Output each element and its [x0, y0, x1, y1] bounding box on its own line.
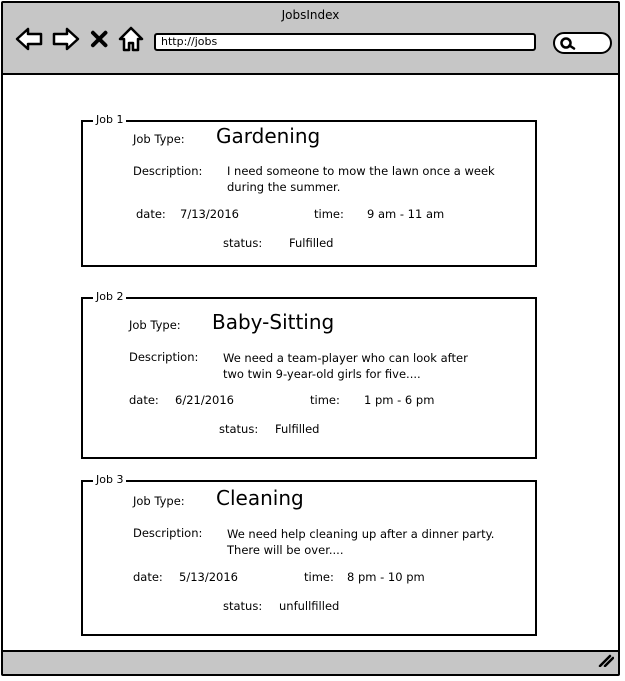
back-button[interactable]	[15, 25, 43, 53]
description-value: I need someone to mow the lawn once a we…	[227, 163, 527, 195]
status-label: status:	[223, 236, 263, 250]
date-label: date:	[136, 207, 166, 221]
description-label: Description:	[129, 350, 199, 364]
stop-button[interactable]	[89, 25, 111, 53]
job-type-label: Job Type:	[133, 132, 185, 146]
job-type-value: Cleaning	[216, 486, 304, 510]
home-button[interactable]	[117, 25, 145, 53]
date-value: 6/21/2016	[175, 393, 234, 407]
browser-window: JobsIndex http://jobs Job 1 Job Type: Ga…	[1, 1, 620, 676]
job-type-value: Baby-Sitting	[212, 310, 335, 334]
search-field[interactable]	[553, 32, 612, 54]
job-card: Job 2 Job Type: Baby-Sitting Description…	[81, 290, 537, 459]
job-card: Job 1 Job Type: Gardening Description: I…	[81, 113, 537, 267]
description-label: Description:	[133, 164, 203, 178]
time-value: 9 am - 11 am	[367, 207, 445, 221]
browser-toolbar: JobsIndex http://jobs	[3, 3, 618, 75]
description-label: Description:	[133, 526, 203, 540]
description-line: two twin 9-year-old girls for five....	[223, 367, 421, 381]
description-line: I need someone to mow the lawn once a we…	[227, 164, 495, 178]
close-icon	[89, 25, 111, 53]
description-line: We need help cleaning up after a dinner …	[227, 527, 495, 541]
status-value: unfullfilled	[279, 599, 340, 613]
status-value: Fulfilled	[289, 236, 334, 250]
date-value: 5/13/2016	[179, 570, 238, 584]
job-card: Job 3 Job Type: Cleaning Description: We…	[81, 473, 537, 636]
description-value: We need help cleaning up after a dinner …	[227, 526, 527, 558]
description-line: We need a team-player who can look after	[223, 351, 468, 365]
job-legend: Job 1	[93, 113, 127, 126]
time-label: time:	[304, 570, 334, 584]
description-line: during the summer.	[227, 180, 341, 194]
job-type-label: Job Type:	[133, 494, 185, 508]
arrow-right-icon	[52, 25, 80, 53]
arrow-left-icon	[15, 25, 43, 53]
status-label: status:	[223, 599, 263, 613]
forward-button[interactable]	[52, 25, 80, 53]
time-label: time:	[310, 393, 340, 407]
job-type-value: Gardening	[216, 124, 321, 148]
resize-grip-icon[interactable]	[598, 652, 615, 671]
time-label: time:	[314, 207, 344, 221]
address-bar[interactable]: http://jobs	[154, 33, 536, 51]
home-icon	[117, 25, 145, 53]
time-value: 1 pm - 6 pm	[364, 393, 435, 407]
job-type-label: Job Type:	[129, 318, 181, 332]
job-legend: Job 2	[93, 290, 127, 303]
job-legend: Job 3	[93, 473, 127, 486]
date-value: 7/13/2016	[180, 207, 239, 221]
window-title: JobsIndex	[281, 8, 340, 22]
status-value: Fulfilled	[275, 422, 320, 436]
status-bar	[3, 650, 618, 674]
description-line: There will be over....	[227, 543, 344, 557]
status-label: status:	[219, 422, 259, 436]
description-value: We need a team-player who can look after…	[223, 350, 523, 382]
date-label: date:	[129, 393, 159, 407]
time-value: 8 pm - 10 pm	[347, 570, 425, 584]
date-label: date:	[133, 570, 163, 584]
